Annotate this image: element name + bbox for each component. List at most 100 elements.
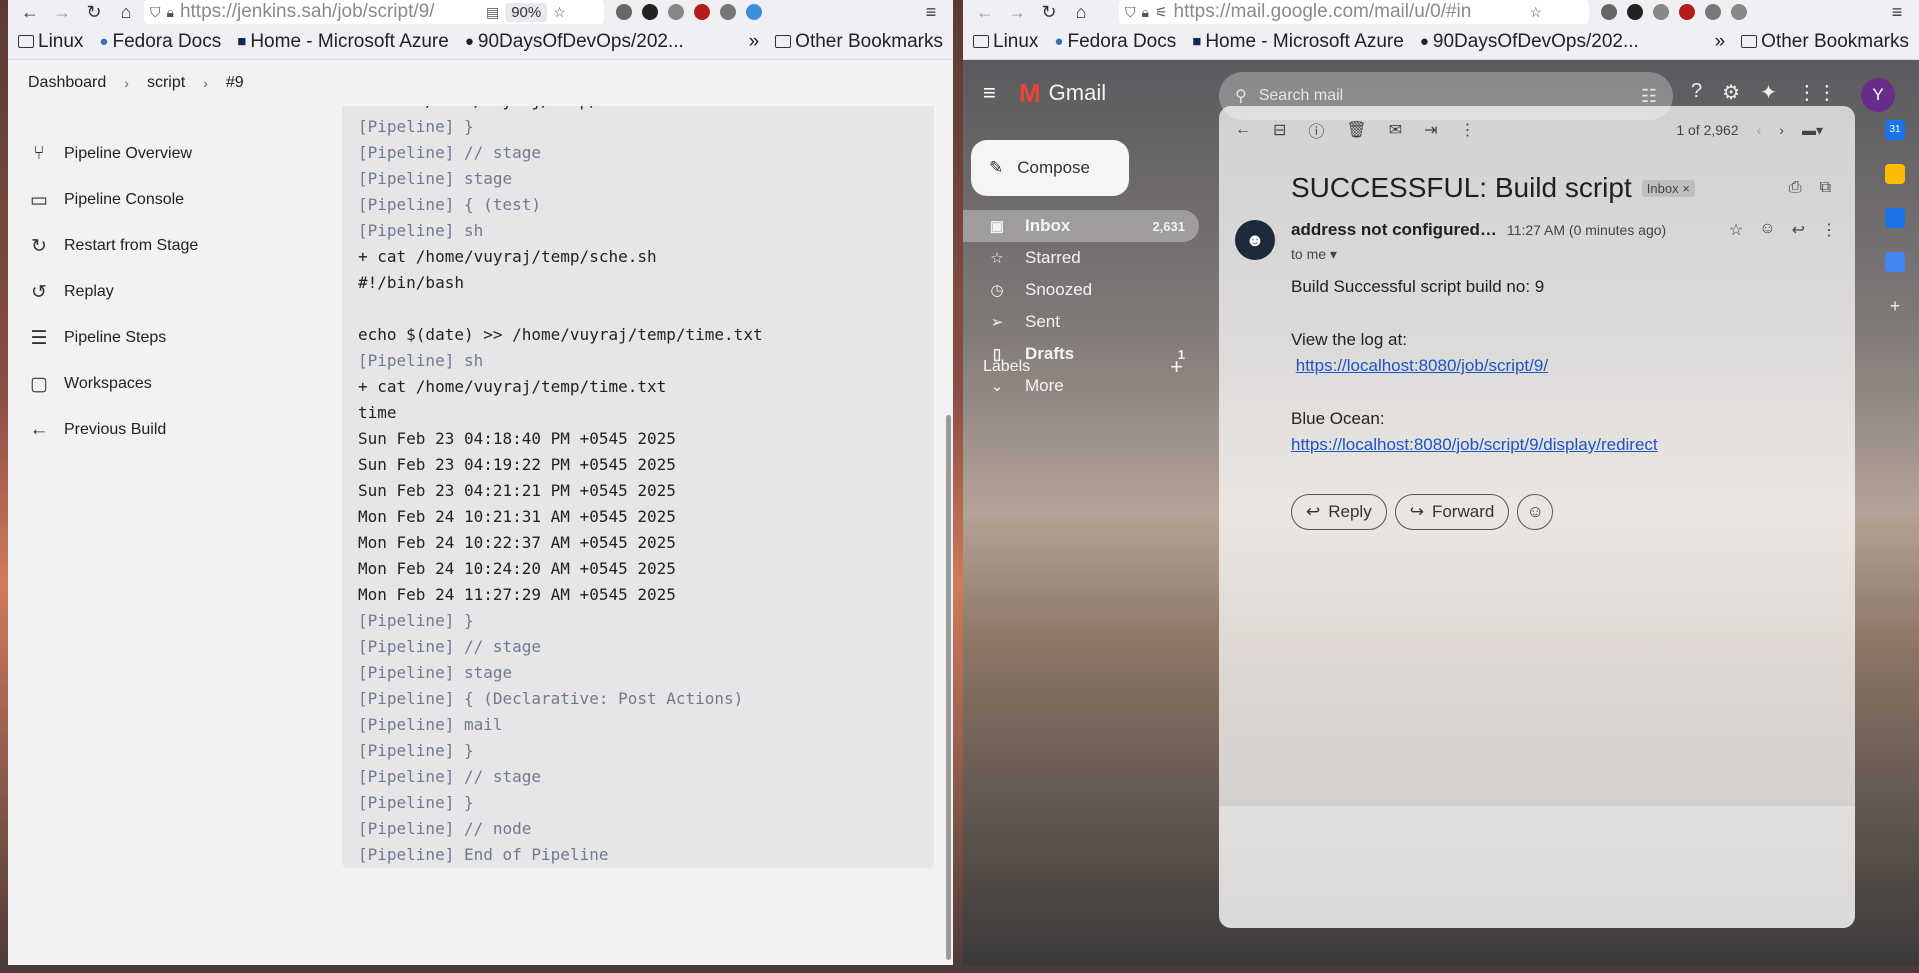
home-icon[interactable]: ⌂ <box>112 0 140 24</box>
compose-button[interactable]: ✎ Compose <box>971 140 1129 196</box>
forward-icon[interactable]: → <box>48 0 76 24</box>
archive-icon[interactable]: ⊟ <box>1273 120 1286 140</box>
back-icon[interactable]: ← <box>971 0 999 24</box>
url-bar[interactable]: ⛉ 🔒︎ ⚟ https://mail.google.com/mail/u/0/… <box>1119 0 1589 24</box>
remove-label-icon[interactable]: × <box>1682 181 1690 196</box>
account-avatar[interactable]: Y <box>1861 78 1895 112</box>
url-bar[interactable]: ⛉ 🔒︎ https://jenkins.sah/job/script/9/ ▤… <box>144 0 604 24</box>
bookmark-fedora-docs[interactable]: ● Fedora Docs <box>1054 31 1176 53</box>
menu-icon[interactable]: ≡ <box>917 0 945 24</box>
blue-ocean-link[interactable]: https://localhost:8080/job/script/9/disp… <box>1291 435 1658 454</box>
extension-icon[interactable] <box>1705 4 1721 20</box>
sidebar-item-replay[interactable]: ↺ Replay <box>28 269 268 315</box>
gmail-logo[interactable]: M Gmail <box>1019 78 1106 109</box>
sidebar-item-pipeline-overview[interactable]: ⑂ Pipeline Overview <box>28 131 268 177</box>
inbox-label-chip[interactable]: Inbox × <box>1641 179 1695 197</box>
scrollbar-thumb[interactable] <box>946 415 951 960</box>
ublock-icon[interactable] <box>694 4 710 20</box>
emoji-reaction-button[interactable]: ☺ <box>1517 494 1554 530</box>
puzzle-icon[interactable] <box>668 4 684 20</box>
delete-icon[interactable]: 🗑︎ <box>1346 120 1366 140</box>
ublock-icon[interactable] <box>1679 4 1695 20</box>
keep-icon[interactable] <box>1885 164 1905 184</box>
reply-button[interactable]: ↩ Reply <box>1291 494 1387 530</box>
home-icon[interactable]: ⌂ <box>1067 0 1095 24</box>
help-icon[interactable]: ? <box>1691 80 1702 105</box>
tasks-icon[interactable] <box>1885 208 1905 228</box>
back-icon[interactable]: ← <box>16 0 44 24</box>
pocket-icon[interactable] <box>1601 4 1617 20</box>
sidebar-item-pipeline-steps[interactable]: ☰ Pipeline Steps <box>28 315 268 361</box>
chevron-right-icon[interactable]: › <box>1779 122 1784 138</box>
bookmark-azure[interactable]: ■ Home - Microsoft Azure <box>237 31 449 53</box>
reader-view-icon[interactable]: ▤ <box>486 4 499 21</box>
open-new-window-icon[interactable]: ⧉ <box>1820 179 1831 197</box>
star-icon[interactable]: ☆ <box>1729 220 1743 240</box>
sidebar-item-pipeline-console[interactable]: ▭ Pipeline Console <box>28 177 268 223</box>
calendar-icon[interactable]: 31 <box>1885 120 1905 140</box>
bookmark-other[interactable]: Other Bookmarks <box>775 31 943 53</box>
scrollbar[interactable] <box>945 180 951 965</box>
breadcrumb-script[interactable]: script <box>147 74 185 92</box>
zoom-level[interactable]: 90% <box>505 2 548 22</box>
bookmark-azure[interactable]: ■ Home - Microsoft Azure <box>1192 31 1404 53</box>
add-label-icon[interactable]: + <box>1170 354 1183 380</box>
bookmark-star-icon[interactable]: ☆ <box>1530 4 1543 21</box>
nav-starred[interactable]: ☆ Starred <box>963 242 1199 274</box>
back-to-inbox-icon[interactable]: ← <box>1235 121 1251 139</box>
breadcrumb-dashboard[interactable]: Dashboard <box>28 74 106 92</box>
search-icon[interactable]: ⚲ <box>1235 86 1247 106</box>
sidebar-item-previous-build[interactable]: ← Previous Build <box>28 407 268 453</box>
bookmark-linux[interactable]: Linux <box>18 31 83 53</box>
bookmark-90days[interactable]: ● 90DaysOfDevOps/202... <box>465 31 684 53</box>
sender-avatar[interactable]: ☻ <box>1235 220 1275 260</box>
chevron-left-icon[interactable]: ‹ <box>1757 122 1762 138</box>
bookmarks-overflow-icon[interactable]: » <box>749 31 760 53</box>
puzzle-icon[interactable] <box>1653 4 1669 20</box>
bookmark-star-icon[interactable]: ☆ <box>553 4 566 21</box>
add-app-icon[interactable]: + <box>1885 296 1905 316</box>
search-options-icon[interactable]: ☷ <box>1641 86 1657 107</box>
extension-icon[interactable] <box>1627 4 1643 20</box>
contacts-icon[interactable] <box>1885 252 1905 272</box>
input-tools-icon[interactable]: ▬▾ <box>1802 122 1823 139</box>
search-input[interactable]: Search mail <box>1259 87 1343 105</box>
settings-icon[interactable]: ⚙ <box>1722 80 1740 105</box>
nav-snoozed[interactable]: ◷ Snoozed <box>963 274 1199 306</box>
reply-icon[interactable]: ↩ <box>1792 220 1805 240</box>
extension-icon[interactable] <box>720 4 736 20</box>
sender-name[interactable]: address not configured… <box>1291 220 1497 240</box>
gemini-icon[interactable]: ✦ <box>1760 80 1777 105</box>
extension-icon[interactable] <box>642 4 658 20</box>
extension-icon[interactable] <box>1731 4 1747 20</box>
extension-icon[interactable] <box>746 4 762 20</box>
move-to-icon[interactable]: ⇥ <box>1424 120 1437 140</box>
main-menu-icon[interactable]: ≡ <box>983 80 1019 106</box>
forward-button[interactable]: ↪ Forward <box>1394 494 1510 530</box>
nav-sent[interactable]: ➢ Sent <box>963 306 1199 338</box>
recipient-details[interactable]: to me ▾ <box>1291 246 1337 263</box>
bookmarks-overflow-icon[interactable]: » <box>1715 31 1726 53</box>
log-link[interactable]: https://localhost:8080/job/script/9/ <box>1296 356 1548 375</box>
permissions-icon[interactable]: ⚟ <box>1155 4 1168 21</box>
bookmark-90days[interactable]: ● 90DaysOfDevOps/202... <box>1420 31 1639 53</box>
reload-icon[interactable]: ↻ <box>80 0 108 24</box>
reload-icon[interactable]: ↻ <box>1035 0 1063 24</box>
sidebar-item-restart-from-stage[interactable]: ↻ Restart from Stage <box>28 223 268 269</box>
pocket-icon[interactable] <box>616 4 632 20</box>
menu-icon[interactable]: ≡ <box>1883 0 1911 24</box>
emoji-react-icon[interactable]: ☺ <box>1759 220 1775 240</box>
print-icon[interactable]: ⎙ <box>1789 179 1802 197</box>
mark-unread-icon[interactable]: ✉ <box>1389 120 1402 140</box>
bookmark-other[interactable]: Other Bookmarks <box>1741 31 1909 53</box>
bookmark-fedora-docs[interactable]: ● Fedora Docs <box>99 31 221 53</box>
more-options-icon[interactable]: ⋮ <box>1821 220 1837 240</box>
sidebar-item-workspaces[interactable]: ▢ Workspaces <box>28 361 268 407</box>
more-options-icon[interactable]: ⋮ <box>1460 120 1476 140</box>
breadcrumb-build[interactable]: #9 <box>226 74 244 92</box>
apps-grid-icon[interactable]: ⋮⋮ <box>1797 80 1837 105</box>
nav-inbox[interactable]: ▣ Inbox 2,631 <box>963 210 1199 242</box>
bookmark-linux[interactable]: Linux <box>973 31 1038 53</box>
report-spam-icon[interactable]: ⓘ <box>1308 118 1324 142</box>
forward-icon[interactable]: → <box>1003 0 1031 24</box>
